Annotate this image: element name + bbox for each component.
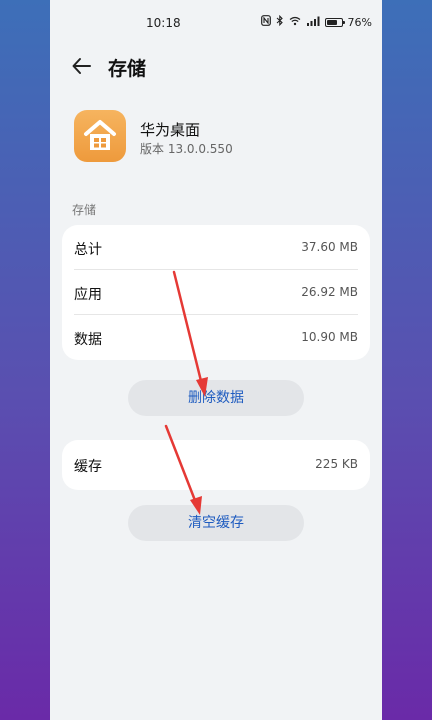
battery-percent: 76% (347, 15, 372, 29)
back-button[interactable] (70, 54, 94, 78)
delete-data-button[interactable]: 删除数据 (128, 380, 304, 416)
bluetooth-icon (276, 14, 284, 29)
battery-fill (326, 19, 338, 25)
annotation-arrows (164, 270, 208, 515)
cache-row: 缓存 225 KB (62, 440, 370, 490)
row-label: 总计 (74, 242, 102, 258)
page-title: 存储 (108, 58, 147, 80)
status-icons: 76% (260, 14, 372, 29)
row-label: 应用 (74, 287, 102, 303)
wifi-icon (289, 16, 301, 29)
row-value: 10.90 MB (301, 330, 358, 344)
row-value: 37.60 MB (301, 240, 358, 254)
status-bar: 10:18 76% (50, 0, 382, 44)
storage-section-label: 存储 (72, 203, 97, 217)
row-label: 数据 (74, 332, 102, 348)
signal-icon (306, 16, 320, 29)
page-header: 存储 (50, 48, 382, 84)
clear-cache-button[interactable]: 清空缓存 (128, 505, 304, 541)
nfc-icon (260, 15, 271, 29)
storage-row-total: 总计 37.60 MB (62, 225, 370, 270)
app-info: 华为桌面 版本 13.0.0.550 (74, 110, 354, 162)
storage-row-data: 数据 10.90 MB (62, 315, 370, 360)
app-icon (74, 110, 126, 162)
app-name: 华为桌面 (140, 121, 201, 139)
storage-row-app: 应用 26.92 MB (62, 270, 370, 315)
row-value: 26.92 MB (301, 285, 358, 299)
row-value: 225 KB (315, 457, 358, 471)
app-version: 版本 13.0.0.550 (140, 142, 233, 156)
row-label: 缓存 (74, 459, 102, 475)
back-arrow-icon (72, 58, 91, 74)
storage-card: 总计 37.60 MB 应用 26.92 MB 数据 10.90 MB (62, 225, 370, 360)
battery-icon (324, 17, 345, 27)
cache-card: 缓存 225 KB (62, 440, 370, 490)
phone-screen: 10:18 76% 存储 华为桌面 版本 13.0.0.550 存储 总计 37… (50, 0, 382, 720)
status-time: 10:18 (146, 16, 181, 30)
house-icon (84, 120, 116, 150)
